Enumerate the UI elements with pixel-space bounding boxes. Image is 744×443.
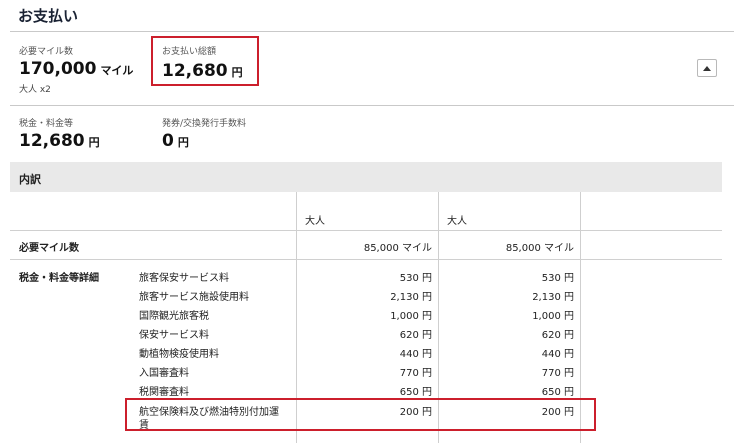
tax-item-value: 2,130 円 — [390, 292, 432, 303]
tax-item-value: 650 円 — [399, 387, 432, 398]
tax-item-value: 1,000 円 — [532, 311, 574, 322]
miles-row-label: 必要マイル数 — [19, 243, 79, 254]
tax-item-value: 1,000 円 — [390, 311, 432, 322]
tax-item-name: 旅客保安サービス料 — [139, 273, 229, 284]
fee-value: 0円 — [162, 131, 189, 151]
caret-up-icon — [703, 65, 711, 71]
tax-item-value: 770 円 — [399, 368, 432, 379]
tax-item-value: 620 円 — [399, 330, 432, 341]
miles-row-value: 85,000 マイル — [505, 243, 574, 254]
divider — [10, 105, 734, 106]
tax-item-name: 国際観光旅客税 — [139, 311, 209, 322]
tax-item-value: 2,130 円 — [532, 292, 574, 303]
fuel-surcharge-highlight-box — [125, 398, 596, 431]
page-title: お支払い — [18, 7, 79, 25]
tax-value: 12,680 円 — [19, 131, 100, 151]
tax-item-value: 530 円 — [399, 273, 432, 284]
miles-value: 170,000 マイル — [19, 59, 134, 79]
collapse-toggle-button[interactable] — [697, 59, 717, 77]
tax-item-value: 650 円 — [541, 387, 574, 398]
tax-item-name: 保安サービス料 — [139, 330, 209, 341]
tax-item-value: 440 円 — [399, 349, 432, 360]
tax-item-value: 530 円 — [541, 273, 574, 284]
tax-item-value: 620 円 — [541, 330, 574, 341]
tax-item-name: 入国審査料 — [139, 368, 189, 379]
passenger-count: 大人 x2 — [19, 85, 51, 95]
tax-item-name: 動植物検疫使用料 — [139, 349, 219, 360]
miles-label: 必要マイル数 — [19, 47, 74, 57]
tax-item-value: 440 円 — [541, 349, 574, 360]
row-divider — [10, 230, 722, 231]
breakdown-section-header: 内訳 — [10, 162, 722, 192]
tax-item-name: 旅客サービス施設使用料 — [139, 292, 249, 303]
total-highlight-box — [151, 36, 259, 86]
column-header: 大人 — [447, 216, 467, 227]
column-header: 大人 — [305, 216, 325, 227]
tax-group-label: 税金・料金等詳細 — [19, 273, 99, 284]
miles-row-value: 85,000 マイル — [363, 243, 432, 254]
row-divider — [10, 259, 722, 260]
tax-item-value: 770 円 — [541, 368, 574, 379]
divider — [10, 31, 734, 32]
tax-item-name: 税関審査料 — [139, 387, 189, 398]
breakdown-title: 内訳 — [19, 173, 41, 186]
fee-label: 発券/交換発行手数料 — [162, 119, 247, 129]
tax-label: 税金・料金等 — [19, 119, 74, 129]
